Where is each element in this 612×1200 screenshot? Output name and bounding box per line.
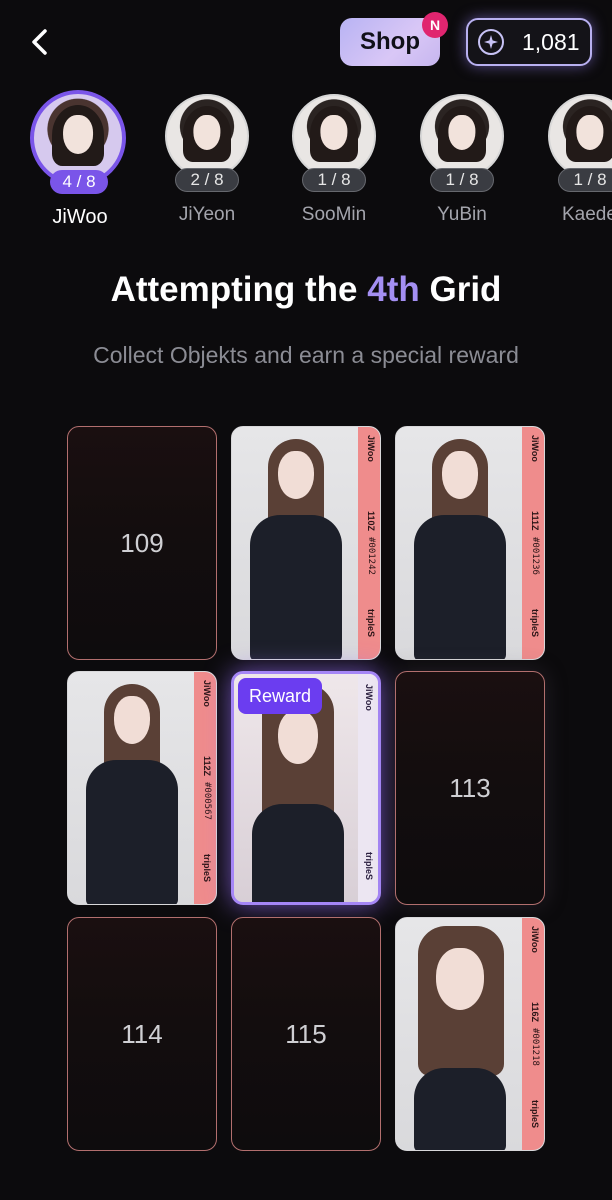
objekt-photo [232,427,360,659]
member-tab-yubin[interactable]: 1 / 8 YuBin [412,90,512,230]
avatar [165,94,249,178]
reward-badge: Reward [238,678,322,714]
avatar [292,94,376,178]
grid-slot-115[interactable]: 115 [231,917,381,1151]
figure-face [442,451,478,499]
grid-slot-109[interactable]: 109 [67,426,217,660]
member-tab-soomin[interactable]: 1 / 8 SooMin [284,90,384,230]
strip-brand: tripleS [364,852,374,881]
objekt-photo [396,427,524,659]
objekt-strip: JiWoo 111Z #001236 tripleS [522,427,544,659]
reward-strip: JiWoo tripleS [358,674,378,902]
member-tab-kaede[interactable]: 1 / 8 Kaede [540,90,612,230]
figure-body [86,760,178,904]
coin-balance-button[interactable]: 1,081 [466,18,592,66]
figure-body [252,804,344,902]
title-suffix: Grid [429,270,502,309]
avatar-face [63,115,93,154]
strip-member: JiWoo [366,435,376,462]
progress-pill: 1 / 8 [558,168,612,192]
objekt-photo [396,918,524,1150]
objekt-card[interactable]: JiWoo 112Z #000567 tripleS [67,671,217,905]
page-title: Attempting the 4th Grid [0,270,612,310]
slot-number: 109 [120,527,164,558]
strip-brand: tripleS [530,609,540,638]
objekt-strip: JiWoo 116Z #001218 tripleS [522,918,544,1150]
reward-card[interactable]: Reward JiWoo tripleS [231,671,381,905]
strip-serial: #001236 [530,537,540,575]
member-name: JiYeon [178,204,236,225]
objekt-card[interactable]: JiWoo 111Z #001236 tripleS [395,426,545,660]
slot-number: 115 [285,1018,327,1049]
back-button[interactable] [24,24,56,60]
strip-code: 110Z [366,511,376,532]
strip-code: 116Z [530,1002,540,1023]
member-name: SooMin [301,204,367,225]
figure-body [414,1068,506,1150]
grid-slot-113[interactable]: 113 [395,671,545,905]
slot-number: 114 [121,1018,163,1049]
strip-brand: tripleS [530,1100,540,1129]
progress-pill: 1 / 8 [430,168,494,192]
progress-pill: 4 / 8 [50,170,108,194]
member-name: Kaede [562,204,612,225]
strip-brand: tripleS [202,854,212,883]
star-coin-icon [478,29,504,55]
objekt-photo [68,672,196,904]
figure-face [278,451,314,499]
strip-member: JiWoo [530,435,540,462]
slot-number: 113 [449,772,491,803]
member-name: YuBin [437,204,487,225]
grid-slot-114[interactable]: 114 [67,917,217,1151]
strip-code: 112Z [202,756,212,777]
shop-label: Shop [360,28,420,55]
progress-pill: 2 / 8 [175,168,239,192]
strip-serial: #001218 [530,1028,540,1066]
strip-member: JiWoo [530,926,540,953]
objekt-strip: JiWoo 110Z #001242 tripleS [358,427,380,659]
figure-face [114,696,150,744]
title-accent: 4th [367,270,420,309]
progress-pill: 1 / 8 [302,168,366,192]
grid-page: Shop N 1,081 4 / 8 JiWoo 2 / 8 JiYeon 1 … [0,0,612,1200]
shop-new-badge: N [422,12,448,38]
avatar [420,94,504,178]
figure-body [414,515,506,659]
strip-serial: #001242 [366,537,376,575]
objekt-card[interactable]: JiWoo 116Z #001218 tripleS [395,917,545,1151]
objekt-strip: JiWoo 112Z #000567 tripleS [194,672,216,904]
page-subtitle: Collect Objekts and earn a special rewar… [93,342,519,368]
objekt-card[interactable]: JiWoo 110Z #001242 tripleS [231,426,381,660]
strip-serial: #000567 [202,782,212,820]
member-tab-jiyeon[interactable]: 2 / 8 JiYeon [157,90,257,230]
title-prefix: Attempting the [110,270,358,309]
strip-code: 111Z [530,511,540,531]
coin-value: 1,081 [522,28,580,55]
figure-face [278,710,318,764]
chevron-left-icon [32,29,47,55]
strip-member: JiWoo [202,680,212,707]
strip-member: JiWoo [364,684,374,711]
figure-body [250,515,342,659]
figure-face [436,948,484,1010]
member-name: JiWoo [52,206,108,228]
member-tab-jiwoo[interactable]: 4 / 8 JiWoo [30,90,130,230]
strip-brand: tripleS [366,609,376,638]
avatar [548,94,612,178]
